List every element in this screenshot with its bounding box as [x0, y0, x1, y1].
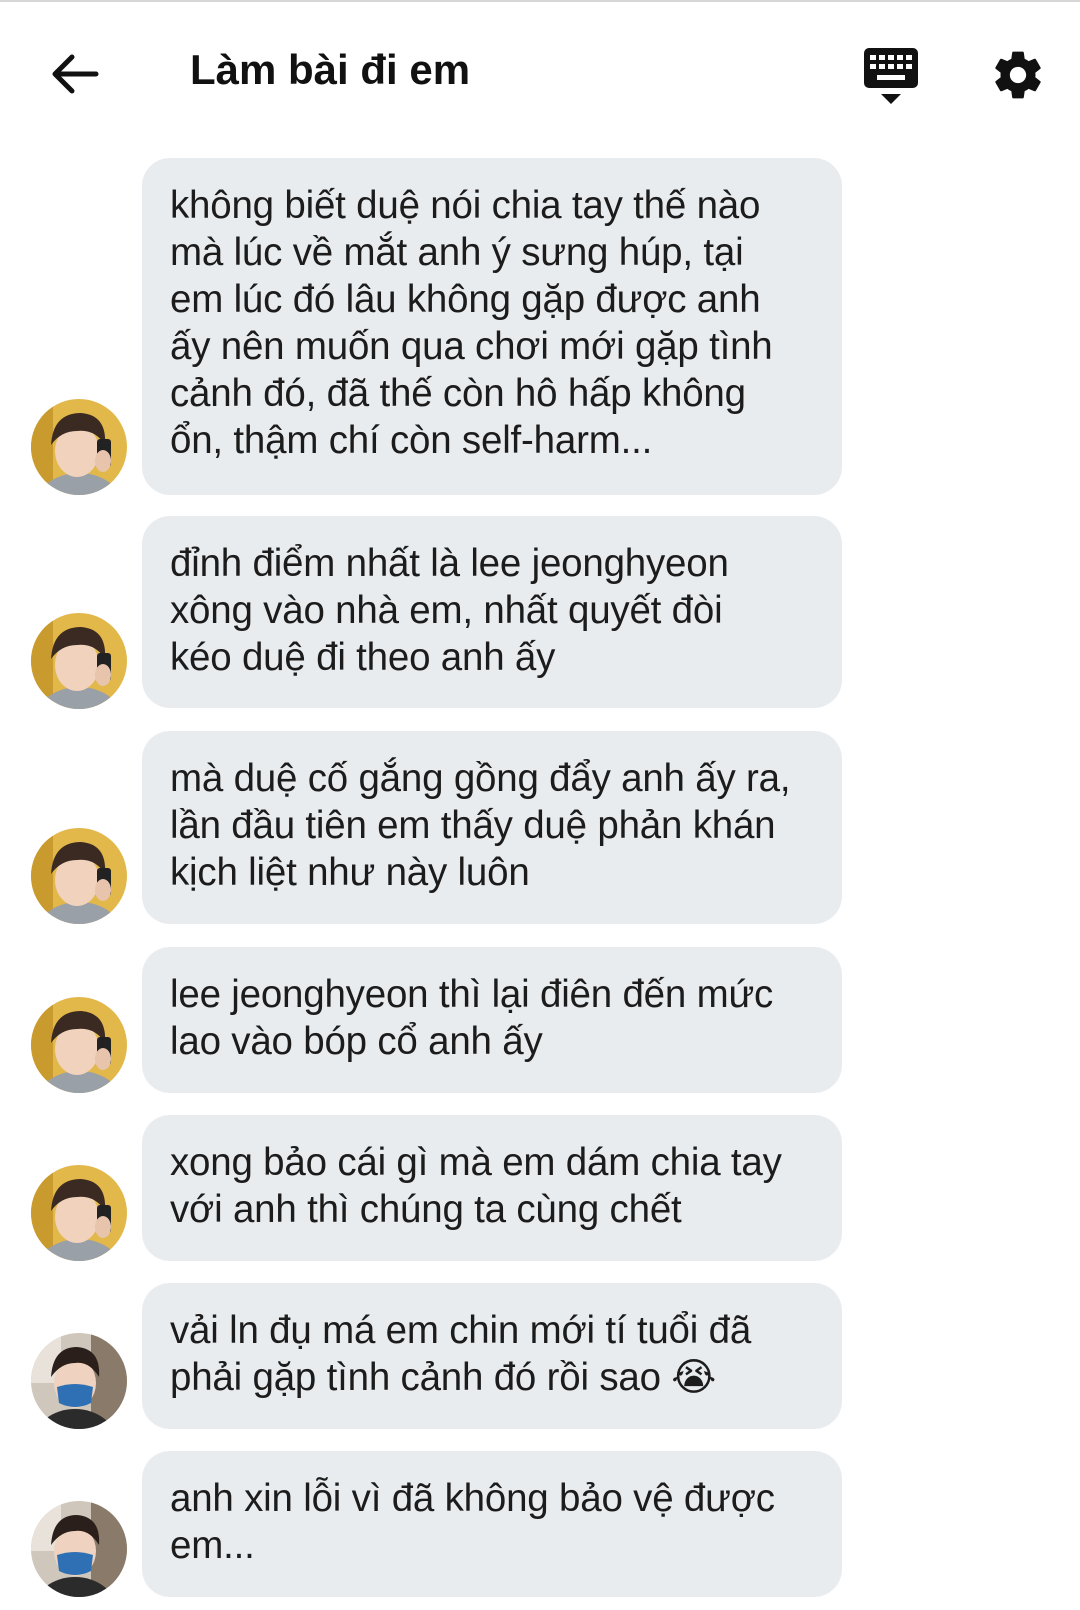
chat-title: Làm bài đi em [190, 46, 471, 93]
avatar-a-image [31, 997, 127, 1093]
avatar-a-image [31, 1165, 127, 1261]
keyboard-button[interactable] [860, 46, 922, 108]
gear-icon [995, 51, 1041, 99]
avatar[interactable] [31, 828, 127, 924]
chat-header: Làm bài đi em [0, 0, 1080, 150]
settings-button[interactable] [990, 46, 1046, 104]
avatar[interactable] [31, 1333, 127, 1429]
avatar[interactable] [31, 1501, 127, 1597]
avatar[interactable] [31, 613, 127, 709]
message-bubble[interactable]: đỉnh điểm nhất là lee jeonghyeon xông và… [142, 516, 842, 708]
back-button[interactable] [44, 44, 104, 104]
avatar-a-image [31, 828, 127, 924]
avatar-a-image [31, 399, 127, 495]
avatar-a-image [31, 613, 127, 709]
avatar-b-image [31, 1501, 127, 1597]
avatar-b-image [31, 1333, 127, 1429]
message-bubble[interactable]: mà duệ cố gắng gồng đẩy anh ấy ra, lần đ… [142, 731, 842, 924]
message-bubble[interactable]: xong bảo cái gì mà em dám chia tay với a… [142, 1115, 842, 1261]
message-bubble[interactable]: anh xin lỗi vì đã không bảo vệ được em..… [142, 1451, 842, 1597]
message-bubble[interactable]: lee jeonghyeon thì lại điên đến mức lao … [142, 947, 842, 1093]
avatar[interactable] [31, 399, 127, 495]
avatar[interactable] [31, 997, 127, 1093]
avatar[interactable] [31, 1165, 127, 1261]
message-bubble[interactable]: vải ln đụ má em chin mới tí tuổi đã phải… [142, 1283, 842, 1429]
arrow-left-icon [52, 54, 99, 94]
message-bubble[interactable]: không biết duệ nói chia tay thế nào mà l… [142, 158, 842, 495]
keyboard-icon [864, 48, 918, 104]
